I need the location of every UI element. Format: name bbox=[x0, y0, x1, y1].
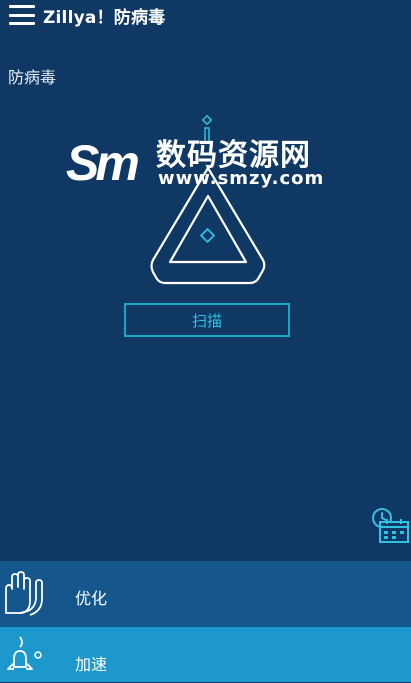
gloves-icon bbox=[5, 571, 43, 616]
optimize-row[interactable]: 优化 bbox=[0, 561, 411, 627]
scan-button[interactable]: 扫描 bbox=[124, 303, 290, 337]
rocket-icon bbox=[7, 636, 42, 670]
optimize-label: 优化 bbox=[75, 589, 108, 608]
app-bar: Zillya！防病毒 bbox=[0, 0, 411, 30]
watermark-logo-icon: Sm bbox=[66, 135, 140, 191]
speed-row[interactable]: 加速 bbox=[0, 627, 411, 682]
speed-label: 加速 bbox=[75, 655, 108, 674]
section-title: 防病毒 bbox=[8, 68, 57, 87]
schedule-calendar-icon[interactable] bbox=[370, 505, 410, 545]
watermark: Sm 数码资源网 www.smzy.com bbox=[66, 126, 323, 196]
scan-button-label: 扫描 bbox=[191, 311, 222, 330]
app-title: Zillya！防病毒 bbox=[43, 7, 166, 28]
watermark-url: www.smzy.com bbox=[158, 168, 325, 189]
menu-icon[interactable] bbox=[9, 5, 35, 25]
